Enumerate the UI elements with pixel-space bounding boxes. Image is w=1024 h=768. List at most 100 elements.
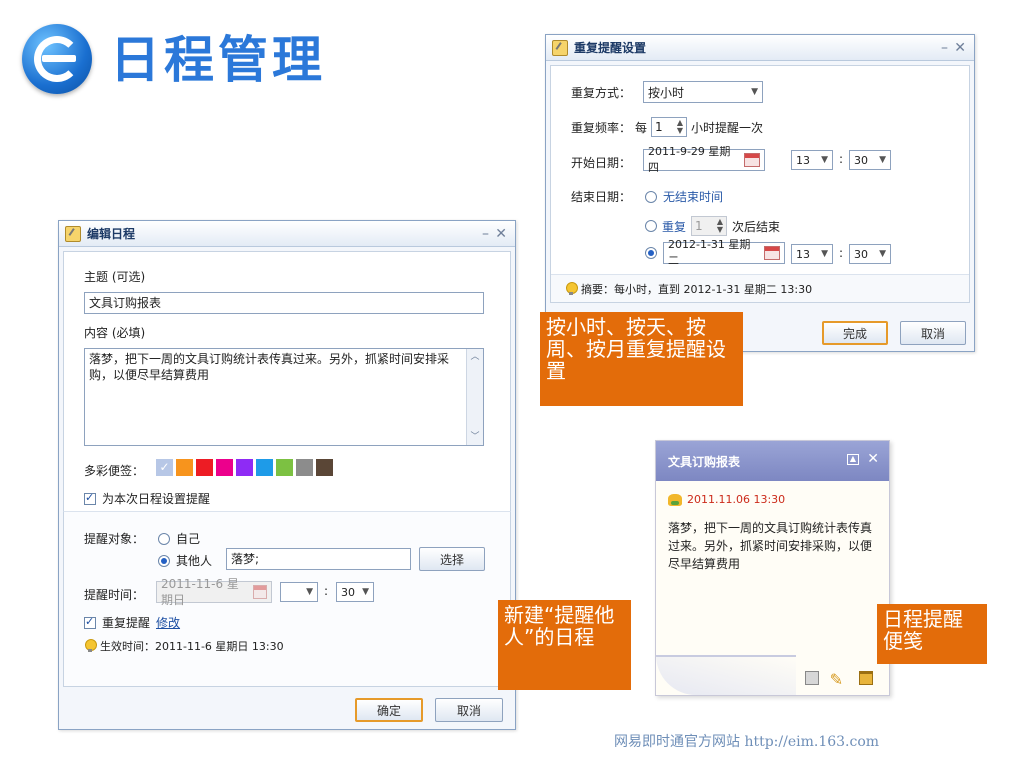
target-others-label: 其他人: [176, 554, 213, 568]
others-input[interactable]: 落梦;: [226, 548, 411, 570]
end-date-radio[interactable]: [645, 247, 657, 259]
content-label: 内容 (必填): [84, 326, 146, 340]
end-repeat-row[interactable]: 重复 1 ▲ ▼ 次后结束: [645, 216, 780, 236]
content-text: 落梦，把下一周的文具订购统计表传真过来。另外，抓紧时间安排采购，以便尽早结算费用: [89, 352, 450, 382]
start-hour-select[interactable]: 13 ▼: [791, 150, 833, 170]
start-label: 开始日期：: [571, 156, 632, 170]
repeat-cancel-button[interactable]: 取消: [900, 321, 966, 345]
start-hour-value: 13: [796, 153, 810, 167]
end-minute-select[interactable]: 30 ▼: [849, 244, 891, 264]
summary-bulb-icon: [565, 281, 578, 296]
edit-pencil-icon[interactable]: ✎: [830, 670, 843, 689]
choose-button[interactable]: 选择: [419, 547, 485, 571]
target-others-radio[interactable]: [158, 554, 170, 567]
time-label: 提醒时间：: [84, 588, 145, 602]
end-date-input[interactable]: 2012-1-31 星期二: [663, 238, 785, 267]
content-textarea[interactable]: 落梦，把下一周的文具订购统计表传真过来。另外，抓紧时间安排采购，以便尽早结算费用: [84, 348, 484, 446]
end-none-radio[interactable]: [645, 190, 657, 203]
reminder-checkbox[interactable]: [84, 491, 96, 505]
swatch-brown[interactable]: [316, 459, 333, 476]
note-restore-icon[interactable]: ▲: [847, 454, 859, 465]
target-self-radio[interactable]: [158, 532, 170, 545]
edit-main-panel: 主题 (可选) 文具订购报表 内容 (必填) 落梦，把下一周的文具订购统计表传真…: [63, 251, 511, 511]
repeat-label: 重复提醒: [102, 616, 151, 630]
trash-icon[interactable]: [859, 671, 873, 685]
swatch-gray[interactable]: [296, 459, 313, 476]
effective-row: 生效时间：2011-11-6 星期日 13:30: [84, 638, 284, 654]
swatch-orange[interactable]: [176, 459, 193, 476]
time-minute-select[interactable]: 30 ▼: [336, 582, 374, 602]
save-icon[interactable]: [805, 671, 819, 685]
end-repeat-radio[interactable]: [645, 220, 657, 232]
start-date-input[interactable]: 2011-9-29 星期四: [643, 145, 765, 174]
end-calendar-icon[interactable]: [764, 246, 780, 260]
effective-time: 生效时间：2011-11-6 星期日 13:30: [100, 640, 284, 653]
end-none-row[interactable]: 无结束时间: [645, 188, 723, 205]
start-minute-value: 30: [854, 153, 868, 167]
time-hour-select[interactable]: ▼: [280, 582, 318, 602]
end-repeat-suffix: 次后结束: [732, 219, 781, 234]
start-calendar-icon[interactable]: [744, 153, 760, 167]
end-hour-value: 13: [796, 247, 810, 261]
footer-text: 网易即时通官方网站 http://eim.163.com: [614, 734, 880, 750]
summary-text: 摘要：每小时，直到 2012-1-31 星期二 13:30: [581, 282, 813, 296]
time-minute-value: 30: [341, 585, 355, 599]
edit-schedule-dialog: 编辑日程 – ✕ 主题 (可选) 文具订购报表 内容 (必填) 落梦，把下一周的…: [58, 220, 516, 730]
callout-repeat: 按小时、按天、按周、按月重复提醒设置: [540, 312, 743, 406]
start-colon: :: [839, 152, 844, 166]
end-repeat-value: 1: [695, 219, 703, 233]
edit-dialog-titlebar[interactable]: 编辑日程: [59, 221, 515, 247]
mode-select[interactable]: 按小时 ▼: [643, 81, 763, 103]
swatch-pink[interactable]: [216, 459, 233, 476]
freq-label: 重复频率：: [571, 120, 632, 135]
repeat-modify-link[interactable]: 修改: [156, 614, 180, 631]
target-others-row[interactable]: 其他人: [158, 552, 212, 569]
end-hour-select[interactable]: 13 ▼: [791, 244, 833, 264]
time-colon: :: [324, 584, 329, 598]
subject-input[interactable]: 文具订购报表: [84, 292, 484, 314]
repeat-main-panel: 重复方式： 按小时 ▼ 重复频率： 每 1 ▲ ▼ 小时提醒一次 开始日期： 201…: [550, 65, 970, 303]
note-titlebar[interactable]: 文具订购报表 ▲ ✕: [656, 441, 889, 481]
swatch-green[interactable]: [276, 459, 293, 476]
edit-dialog-title: 编辑日程: [87, 227, 136, 241]
repeat-checkbox[interactable]: [84, 615, 96, 629]
note-body: 落梦，把下一周的文具订购统计表传真过来。另外，抓紧时间安排采购，以便尽早结算费用: [668, 521, 873, 571]
repeat-dialog-title: 重复提醒设置: [574, 41, 647, 55]
done-button[interactable]: 完成: [822, 321, 888, 345]
start-minute-select[interactable]: 30 ▼: [849, 150, 891, 170]
swatch-red[interactable]: [196, 459, 213, 476]
reminder-panel: 提醒对象： 自己 其他人 落梦; 选择 提醒时间： 2011-11-6 星期日 …: [63, 511, 511, 687]
ok-button[interactable]: 确定: [355, 698, 423, 722]
repeat-note-icon: [552, 39, 568, 56]
end-repeat-spinner-icon[interactable]: ▲ ▼: [717, 218, 723, 234]
reminder-checkbox-label: 为本次日程设置提醒: [102, 492, 211, 506]
color-swatches: ✓: [156, 459, 336, 476]
close-icon[interactable]: ✕: [495, 226, 507, 242]
note-clock-icon: [668, 493, 682, 506]
time-date-input[interactable]: 2011-11-6 星期日: [156, 577, 272, 607]
freq-input[interactable]: 1 ▲ ▼: [651, 117, 688, 137]
reminder-checkbox-row[interactable]: 为本次日程设置提醒: [84, 490, 210, 507]
reminder-note: 文具订购报表 ▲ ✕ 2011.11.06 13:30 落梦，把下一周的文具订购…: [655, 440, 890, 696]
edit-cancel-button[interactable]: 取消: [435, 698, 503, 722]
freq-spinner-icon[interactable]: ▲ ▼: [677, 119, 683, 135]
repeat-dialog-titlebar[interactable]: 重复提醒设置: [546, 35, 974, 61]
note-close-icon[interactable]: ✕: [867, 451, 879, 467]
calendar-icon[interactable]: [252, 585, 267, 599]
bulb-icon: [84, 639, 97, 653]
target-self-row[interactable]: 自己: [158, 530, 200, 547]
color-label: 多彩便签：: [84, 464, 145, 478]
end-date-row: 2012-1-31 星期二: [645, 238, 785, 267]
end-minute-value: 30: [854, 247, 868, 261]
end-repeat-input[interactable]: 1 ▲ ▼: [691, 216, 728, 236]
swatch-checked[interactable]: ✓: [156, 459, 173, 476]
end-none-label: 无结束时间: [663, 190, 724, 204]
swatch-purple[interactable]: [236, 459, 253, 476]
repeat-minimize-icon[interactable]: –: [941, 40, 948, 56]
minimize-icon[interactable]: –: [482, 226, 489, 242]
end-date-value: 2012-1-31 星期二: [668, 238, 751, 267]
swatch-blue[interactable]: [256, 459, 273, 476]
content-scrollbar[interactable]: ︿ ﹀: [466, 349, 483, 445]
note-time-row: 2011.11.06 13:30: [668, 493, 785, 506]
repeat-close-icon[interactable]: ✕: [954, 40, 966, 56]
